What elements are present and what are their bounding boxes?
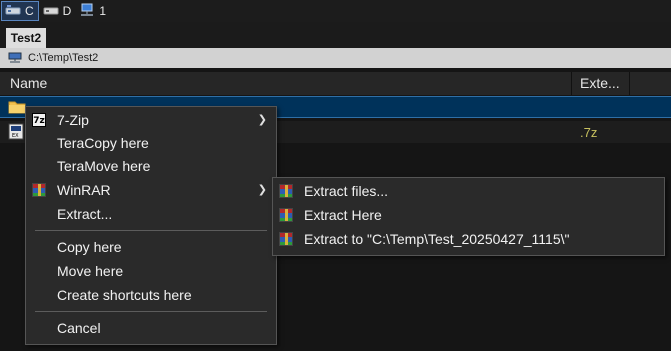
tab-bar: Test2 xyxy=(0,22,671,48)
column-divider[interactable] xyxy=(629,72,630,95)
chevron-right-icon: ❯ xyxy=(257,114,267,126)
drive-network-label: 1 xyxy=(99,4,107,18)
drive-d-button[interactable]: D xyxy=(40,1,76,21)
menu-item-label: Extract Here xyxy=(304,207,382,223)
menu-item-label: Extract... xyxy=(57,206,113,222)
menu-item-extract[interactable]: Extract... xyxy=(26,203,276,226)
archive-file-icon: EX xyxy=(8,123,24,145)
drive-c-button[interactable]: C xyxy=(1,1,39,21)
column-name-header[interactable]: Name xyxy=(10,75,47,91)
column-divider[interactable] xyxy=(571,72,572,95)
context-menu: 7z 7-Zip ❯ TeraCopy here TeraMove here W… xyxy=(25,106,277,345)
drive-network-button[interactable]: 1 xyxy=(76,1,110,21)
submenu-item-extract-files[interactable]: Extract files... xyxy=(273,180,664,203)
menu-item-label: Extract files... xyxy=(304,183,389,199)
tab-test2[interactable]: Test2 xyxy=(6,28,46,48)
chevron-right-icon: ❯ xyxy=(257,184,267,196)
menu-item-label: Cancel xyxy=(57,320,101,336)
menu-item-create-shortcuts[interactable]: Create shortcuts here xyxy=(26,284,276,307)
svg-text:EX: EX xyxy=(12,133,19,139)
submenu-item-extract-to-folder[interactable]: Extract to "C:\Temp\Test_20250427_1115\" xyxy=(273,228,664,251)
menu-item-label: Copy here xyxy=(57,239,122,255)
menu-item-label: 7-Zip xyxy=(57,112,89,128)
menu-item-cancel[interactable]: Cancel xyxy=(26,317,276,340)
menu-item-label: TeraCopy here xyxy=(57,135,149,151)
menu-item-label: Extract to "C:\Temp\Test_20250427_1115\" xyxy=(304,231,570,247)
menu-item-teramove[interactable]: TeraMove here xyxy=(26,155,276,178)
drive-bar: C D 1 xyxy=(0,0,671,22)
menu-item-move-here[interactable]: Move here xyxy=(26,260,276,283)
menu-item-7zip[interactable]: 7z 7-Zip ❯ xyxy=(26,109,276,132)
drive-c-label: C xyxy=(25,4,34,18)
winrar-icon xyxy=(279,184,293,198)
menu-separator xyxy=(35,230,267,231)
folder-icon xyxy=(8,99,26,119)
sevenzip-icon: 7z xyxy=(32,113,46,127)
menu-item-label: Move here xyxy=(57,263,124,279)
column-header: Name Exte... xyxy=(0,72,671,95)
winrar-icon xyxy=(279,208,293,222)
drive-icon xyxy=(43,4,59,19)
menu-item-copy-here[interactable]: Copy here xyxy=(26,236,276,259)
network-drive-icon xyxy=(79,3,95,20)
file-extension: .7z xyxy=(580,125,598,140)
menu-item-teracopy[interactable]: TeraCopy here xyxy=(26,132,276,155)
file-manager-window: C D 1 Test2 C:\Temp\Test2 Name Exte... E… xyxy=(0,0,671,351)
network-folder-icon xyxy=(8,51,22,66)
winrar-submenu: Extract files... Extract Here Extract to… xyxy=(272,177,665,256)
winrar-icon xyxy=(279,232,293,246)
drive-d-label: D xyxy=(62,4,72,18)
winrar-icon xyxy=(32,183,46,197)
submenu-item-extract-here[interactable]: Extract Here xyxy=(273,204,664,227)
menu-separator xyxy=(35,311,267,312)
menu-item-winrar[interactable]: WinRAR ❯ xyxy=(26,179,276,202)
menu-item-label: WinRAR xyxy=(57,182,111,198)
menu-item-label: Create shortcuts here xyxy=(57,287,192,303)
column-ext-header[interactable]: Exte... xyxy=(580,75,620,91)
menu-item-label: TeraMove here xyxy=(57,158,151,174)
path-text: C:\Temp\Test2 xyxy=(28,52,99,64)
drive-icon xyxy=(5,4,21,19)
path-bar[interactable]: C:\Temp\Test2 xyxy=(0,48,671,68)
